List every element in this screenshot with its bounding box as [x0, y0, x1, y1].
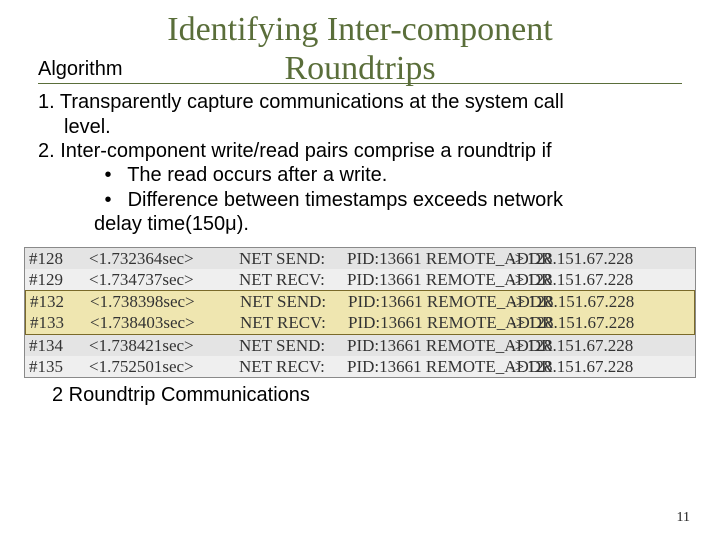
log-addr: 128.151.67.228 [527, 356, 691, 377]
table-row: #132 <1.738398sec> NET SEND: PID:13661 R… [26, 291, 694, 312]
log-pid: PID:13661 REMOTE_ADDR [347, 335, 509, 356]
log-pid: PID:13661 REMOTE_ADDR [347, 248, 509, 269]
table-caption: 2 Roundtrip Communications [0, 378, 720, 407]
log-id: #129 [29, 269, 89, 290]
title-line1: Identifying Inter-component [167, 11, 552, 48]
log-pid: PID:13661 REMOTE_ADDR [348, 291, 510, 312]
log-pid: PID:13661 REMOTE_ADDR [348, 312, 510, 333]
bullet-2: • Difference between timestamps exceeds … [38, 188, 682, 212]
log-addr: 128.151.67.228 [527, 269, 691, 290]
log-id: #132 [30, 291, 90, 312]
bullet-1-text: The read occurs after a write. [127, 164, 387, 186]
log-ts: <1.752501sec> [89, 356, 239, 377]
arrow-icon: -> [509, 356, 527, 377]
log-ts: <1.738398sec> [90, 291, 240, 312]
table-row: #128 <1.732364sec> NET SEND: PID:13661 R… [25, 248, 695, 269]
table-row: #134 <1.738421sec> NET SEND: PID:13661 R… [25, 335, 695, 356]
step-2: 2. Inter-component write/read pairs comp… [38, 139, 682, 163]
step-1-cont: level. [38, 115, 682, 139]
table-row: #133 <1.738403sec> NET RECV: PID:13661 R… [26, 312, 694, 333]
log-id: #128 [29, 248, 89, 269]
bullet-2-text: Difference between timestamps exceeds ne… [128, 189, 563, 211]
arrow-icon: -> [509, 335, 527, 356]
step-1: 1. Transparently capture communications … [38, 90, 682, 114]
page-number: 11 [677, 510, 690, 526]
log-id: #135 [29, 356, 89, 377]
log-id: #134 [29, 335, 89, 356]
log-addr: 128.151.67.228 [527, 335, 691, 356]
arrow-icon: -> [509, 248, 527, 269]
log-id: #133 [30, 312, 90, 333]
log-op: NET SEND: [239, 248, 347, 269]
log-ts: <1.738403sec> [90, 312, 240, 333]
log-op: NET RECV: [240, 312, 348, 333]
log-pid: PID:13661 REMOTE_ADDR [347, 269, 509, 290]
highlighted-rows: #132 <1.738398sec> NET SEND: PID:13661 R… [25, 290, 695, 335]
log-ts: <1.732364sec> [89, 248, 239, 269]
bullet-1: • The read occurs after a write. [38, 163, 682, 187]
arrow-icon: -> [509, 269, 527, 290]
log-addr: 128.151.67.228 [528, 291, 690, 312]
log-op: NET RECV: [239, 356, 347, 377]
log-op: NET SEND: [239, 335, 347, 356]
bullet-2-cont: delay time(150μ). [38, 212, 682, 236]
log-op: NET RECV: [239, 269, 347, 290]
table-row: #135 <1.752501sec> NET RECV: PID:13661 R… [25, 356, 695, 377]
arrow-icon: -> [510, 312, 528, 333]
log-op: NET SEND: [240, 291, 348, 312]
algorithm-list: 1. Transparently capture communications … [0, 90, 720, 236]
log-addr: 128.151.67.228 [528, 312, 690, 333]
log-ts: <1.738421sec> [89, 335, 239, 356]
log-table: #128 <1.732364sec> NET SEND: PID:13661 R… [24, 247, 696, 379]
table-row: #129 <1.734737sec> NET RECV: PID:13661 R… [25, 269, 695, 290]
title-line2: Roundtrips [284, 50, 435, 87]
log-ts: <1.734737sec> [89, 269, 239, 290]
bullet-icon: • [94, 188, 122, 212]
log-pid: PID:13661 REMOTE_ADDR [347, 356, 509, 377]
log-addr: 128.151.67.228 [527, 248, 691, 269]
arrow-icon: -> [510, 291, 528, 312]
bullet-icon: • [94, 163, 122, 187]
